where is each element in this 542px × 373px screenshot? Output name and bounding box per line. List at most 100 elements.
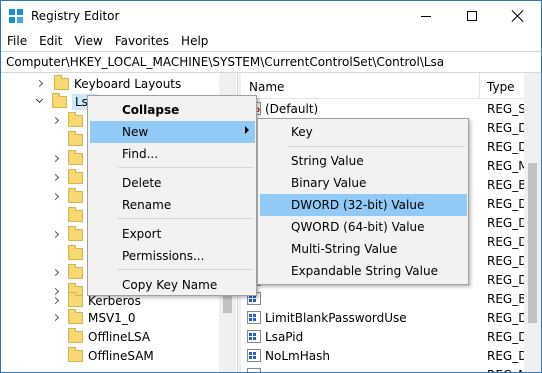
folder-icon	[68, 206, 83, 222]
list-scrollbar-thumb[interactable]	[528, 163, 537, 323]
binary-value-icon	[247, 311, 261, 324]
submenu-dword-value[interactable]: DWORD (32-bit) Value	[260, 194, 467, 216]
folder-icon	[68, 187, 83, 203]
registry-editor-icon	[9, 9, 23, 23]
list-scrollbar[interactable]	[524, 73, 541, 372]
folder-icon	[68, 111, 83, 127]
chevron-right-icon[interactable]	[51, 230, 62, 239]
folder-icon	[68, 244, 83, 260]
submenu-arrow-icon	[245, 126, 249, 134]
menu-help[interactable]: Help	[175, 31, 214, 51]
folder-icon	[52, 92, 67, 108]
folder-icon	[68, 168, 83, 184]
tree-item[interactable]	[51, 187, 88, 206]
folder-icon	[68, 263, 83, 279]
value-type: REG_M	[487, 368, 529, 372]
value-name: NoLmHash	[265, 349, 330, 363]
folder-icon	[54, 74, 69, 90]
folder-icon	[68, 130, 83, 146]
column-divider[interactable]	[479, 73, 480, 99]
tree-item-offlinelsa[interactable]: OfflineLSA	[53, 327, 150, 346]
menu-edit[interactable]: Edit	[33, 31, 68, 51]
column-header-name[interactable]: Name	[249, 80, 284, 94]
list-item[interactable]: NoLmHash REG_DW	[241, 346, 541, 365]
list-item[interactable]: ab REG_M	[241, 365, 541, 372]
window-title: Registry Editor	[31, 9, 120, 23]
menu-view[interactable]: View	[68, 31, 108, 51]
menu-separator	[288, 146, 465, 147]
context-rename[interactable]: Rename	[90, 194, 255, 216]
tree-item[interactable]	[53, 130, 88, 149]
menu-separator	[118, 269, 254, 270]
folder-icon	[68, 308, 83, 324]
close-icon	[512, 10, 524, 22]
tree-item-label: OfflineLSA	[88, 329, 151, 344]
close-button[interactable]	[495, 1, 541, 31]
chevron-right-icon[interactable]	[51, 268, 62, 277]
context-permissions[interactable]: Permissions...	[90, 245, 255, 267]
context-copy-key-name[interactable]: Copy Key Name	[90, 274, 255, 296]
tree-item[interactable]	[51, 263, 88, 282]
submenu-binary-value[interactable]: Binary Value	[260, 172, 467, 194]
binary-value-icon	[247, 330, 261, 343]
menu-favorites[interactable]: Favorites	[109, 31, 175, 51]
submenu-expandable-string-value[interactable]: Expandable String Value	[260, 260, 467, 282]
tree-item-keyboard-layouts[interactable]: Keyboard Layouts	[35, 74, 181, 93]
submenu-qword-value[interactable]: QWORD (64-bit) Value	[260, 216, 467, 238]
list-item[interactable]: LsaPid REG_DW	[241, 327, 541, 346]
minimize-icon	[421, 15, 431, 17]
value-name: LsaPid	[265, 330, 304, 344]
chevron-down-icon[interactable]	[35, 95, 44, 106]
tree-item-offlinesam[interactable]: OfflineSAM	[53, 346, 154, 365]
menu-separator	[118, 218, 254, 219]
folder-icon	[68, 225, 83, 241]
maximize-button[interactable]	[449, 1, 495, 31]
chevron-right-icon[interactable]	[51, 296, 62, 305]
context-delete[interactable]: Delete	[90, 172, 255, 194]
maximize-icon	[467, 11, 477, 21]
chevron-right-icon[interactable]	[35, 79, 46, 88]
menu-file[interactable]: File	[1, 31, 33, 51]
string-value-icon: ab	[247, 368, 261, 372]
address-bar[interactable]: Computer\HKEY_LOCAL_MACHINE\SYSTEM\Curre…	[1, 51, 541, 73]
context-find[interactable]: Find...	[90, 143, 255, 165]
context-new[interactable]: New	[90, 121, 255, 143]
menu-bar: File Edit View Favorites Help	[1, 31, 541, 51]
value-name: (Default)	[265, 102, 319, 116]
chevron-right-icon[interactable]	[51, 192, 62, 201]
chevron-right-icon[interactable]	[51, 313, 62, 322]
column-header-type[interactable]: Type	[487, 80, 515, 94]
folder-icon	[68, 346, 83, 362]
tree-item-label: MSV1_0	[88, 310, 136, 325]
context-export[interactable]: Export	[90, 223, 255, 245]
list-header: Name Type	[241, 73, 541, 99]
tree-item[interactable]	[51, 149, 88, 168]
folder-icon	[68, 291, 83, 307]
chevron-right-icon[interactable]	[51, 173, 62, 182]
value-type: REG_M	[487, 159, 529, 173]
context-collapse[interactable]: Collapse	[90, 99, 255, 121]
tree-item-msv1-0[interactable]: MSV1_0	[51, 308, 136, 327]
chevron-right-icon[interactable]	[51, 116, 62, 125]
list-item[interactable]: REG_BI	[241, 289, 541, 308]
binary-value-icon	[247, 349, 261, 362]
submenu-string-value[interactable]: String Value	[260, 150, 467, 172]
list-item[interactable]: ab(Default)REG_SZ	[241, 99, 541, 118]
value-name: LimitBlankPasswordUse	[265, 311, 407, 325]
folder-icon	[68, 149, 83, 165]
registry-editor-window: Registry Editor File Edit View Favorites…	[0, 0, 542, 373]
context-menu: Collapse New Find... Delete Rename Expor…	[87, 95, 257, 296]
new-submenu: Key String Value Binary Value DWORD (32-…	[257, 118, 469, 285]
tree-item[interactable]	[53, 244, 88, 263]
tree-item-label: OfflineSAM	[88, 348, 154, 363]
menu-separator	[118, 167, 254, 168]
chevron-right-icon[interactable]	[51, 154, 62, 163]
minimize-button[interactable]	[403, 1, 449, 31]
tree-item[interactable]	[53, 206, 88, 225]
list-item[interactable]: LimitBlankPasswordUse REG_DW	[241, 308, 541, 327]
submenu-multi-string-value[interactable]: Multi-String Value	[260, 238, 467, 260]
submenu-key[interactable]: Key	[260, 121, 467, 143]
tree-item[interactable]	[51, 225, 88, 244]
title-bar[interactable]: Registry Editor	[1, 1, 541, 31]
folder-icon	[68, 327, 83, 343]
